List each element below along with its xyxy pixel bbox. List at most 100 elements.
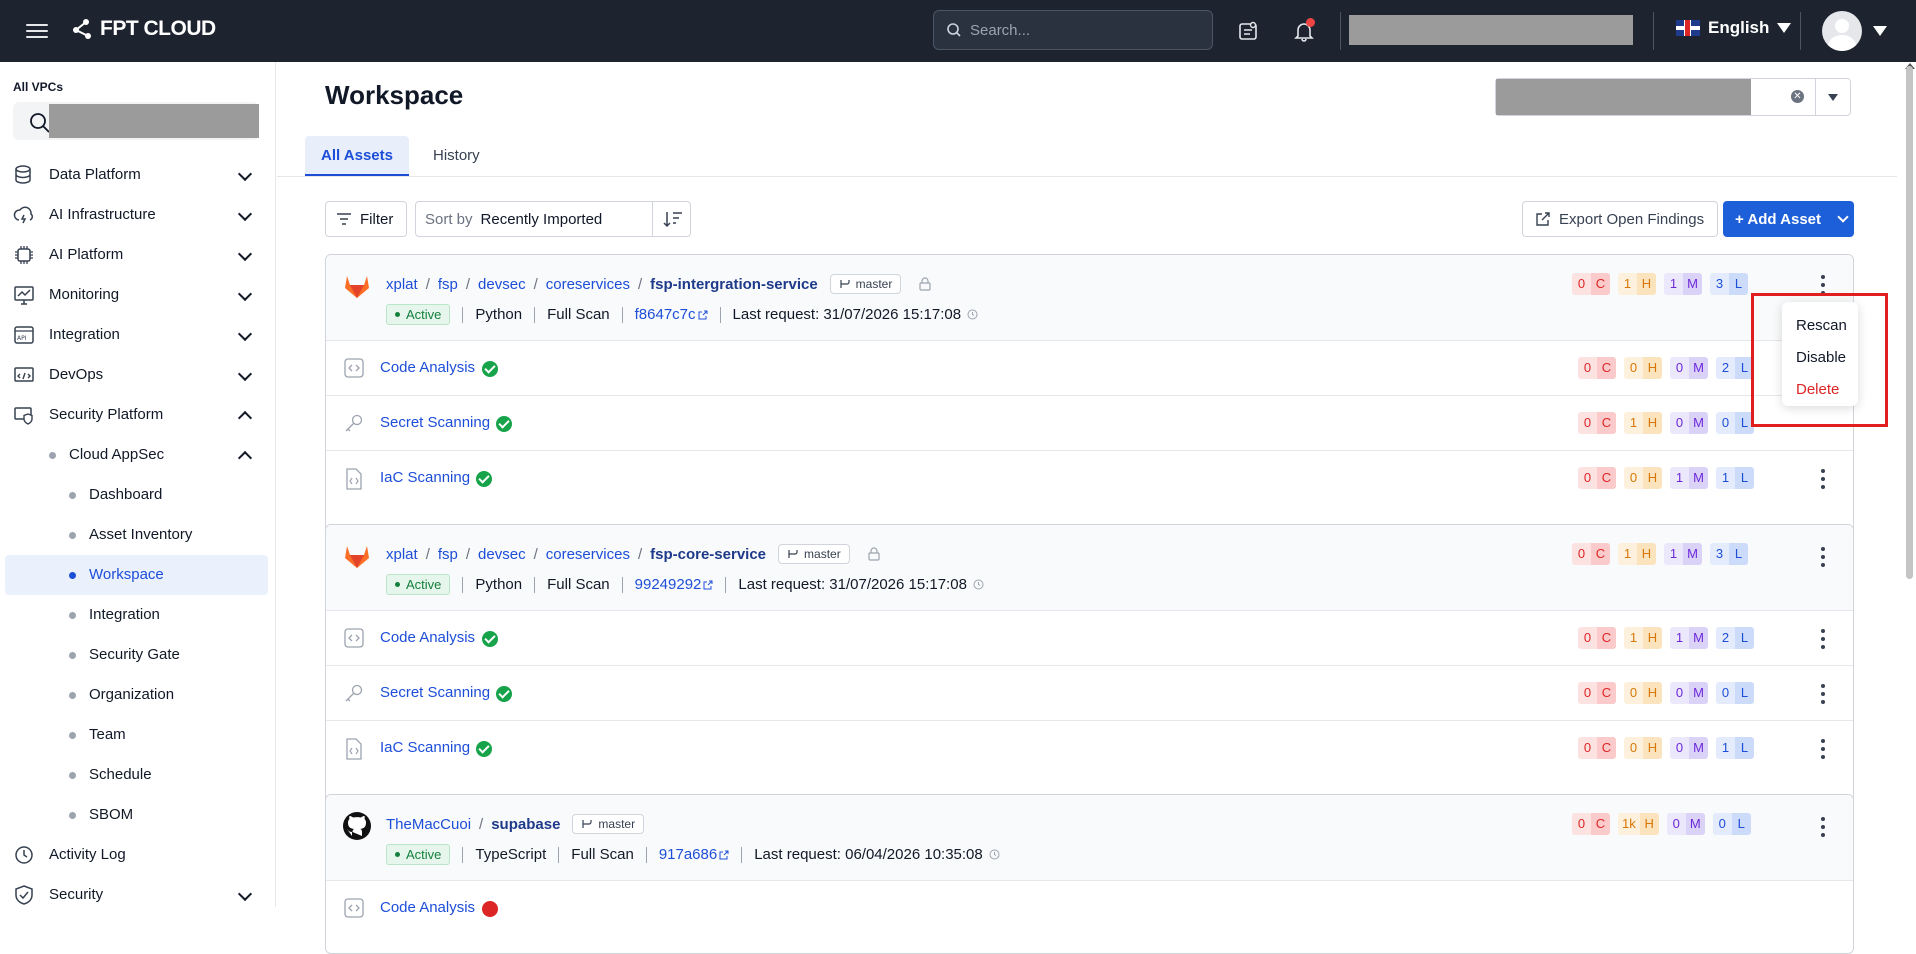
path-segment[interactable]: xplat xyxy=(386,276,418,293)
scan-label[interactable]: Code Analysis xyxy=(380,629,475,646)
scan-row[interactable]: Secret Scanning 0C 1H 0M 0L xyxy=(326,396,1853,451)
medium-count[interactable]: 0M xyxy=(1666,813,1705,835)
severity-counts: 0C 0H 1M 1L xyxy=(1578,467,1754,489)
path-segment[interactable]: coreservices xyxy=(546,276,630,293)
commit-link[interactable]: 917a686 xyxy=(659,846,717,863)
sort-direction-icon[interactable] xyxy=(662,210,684,228)
external-link-icon xyxy=(698,310,708,319)
scan-label[interactable]: Secret Scanning xyxy=(380,414,490,431)
high-count[interactable]: 1k H xyxy=(1618,813,1659,835)
sidebar-subitem-sbom[interactable]: SBOM xyxy=(0,795,275,835)
sidebar-subitem-workspace[interactable]: Workspace xyxy=(5,555,268,595)
more-actions-icon[interactable] xyxy=(1820,469,1826,489)
redacted-project-name xyxy=(1496,79,1751,115)
scan-row[interactable]: Code Analysis xyxy=(326,881,1853,936)
asset-name[interactable]: fsp-intergration-service xyxy=(650,276,818,293)
notification-bell-icon[interactable] xyxy=(1290,17,1318,45)
more-actions-icon[interactable] xyxy=(1820,739,1826,759)
asset-name[interactable]: fsp-core-service xyxy=(650,546,766,563)
external-link-icon xyxy=(703,580,713,589)
sidebar-item-ai-infrastructure[interactable]: AI Infrastructure xyxy=(0,195,275,235)
cloud-bolt-icon xyxy=(13,206,34,224)
scan-label[interactable]: Code Analysis xyxy=(380,359,475,376)
sidebar-subitem-security-gate[interactable]: Security Gate xyxy=(0,635,275,675)
scan-row[interactable]: IaC Scanning 0C 0H 1M 1L xyxy=(326,451,1853,506)
sidebar-subitem-asset-inventory[interactable]: Asset Inventory xyxy=(0,515,275,555)
sidebar-item-ai-platform[interactable]: AI Platform xyxy=(0,235,275,275)
sidebar-subitem-dashboard[interactable]: Dashboard xyxy=(0,475,275,515)
avatar-caret-down-icon[interactable] xyxy=(1873,26,1887,36)
sidebar-item-label: SBOM xyxy=(89,806,134,823)
scan-row[interactable]: Secret Scanning 0C 0H 0M 0L xyxy=(326,666,1853,721)
page-title: Workspace xyxy=(325,80,464,110)
export-open-findings-button[interactable]: Export Open Findings xyxy=(1522,201,1718,237)
sidebar-item-integration[interactable]: API Integration xyxy=(0,315,275,355)
path-segment[interactable]: TheMacCuoi xyxy=(386,816,471,833)
language-selector[interactable]: English xyxy=(1676,18,1792,38)
sidebar-item-security[interactable]: Security xyxy=(0,875,275,907)
tab-all-assets[interactable]: All Assets xyxy=(305,136,409,176)
sidebar-item-devops[interactable]: DevOps xyxy=(0,355,275,395)
critical-count[interactable]: 0C xyxy=(1572,543,1610,565)
high-count[interactable]: 1H xyxy=(1618,543,1656,565)
filter-button[interactable]: Filter xyxy=(325,201,407,237)
path-segment[interactable]: coreservices xyxy=(546,546,630,563)
scan-label[interactable]: Secret Scanning xyxy=(380,684,490,701)
lock-icon xyxy=(919,277,931,291)
scan-row[interactable]: IaC Scanning 0C 0H 0M 1L xyxy=(326,721,1853,776)
scan-label[interactable]: Code Analysis xyxy=(380,899,475,916)
more-actions-icon[interactable] xyxy=(1820,547,1826,567)
medium-count[interactable]: 1M xyxy=(1664,273,1702,295)
sidebar-item-activity-log[interactable]: Activity Log xyxy=(0,835,275,875)
medium-count[interactable]: 1M xyxy=(1664,543,1702,565)
vertical-scrollbar[interactable] xyxy=(1906,66,1913,579)
sort-select[interactable]: Sort by Recently Imported xyxy=(415,201,691,237)
path-segment[interactable]: fsp xyxy=(438,276,458,293)
more-actions-icon[interactable] xyxy=(1820,275,1826,295)
scan-row[interactable]: Code Analysis 0C 1H 1M 2L xyxy=(326,611,1853,666)
user-avatar[interactable] xyxy=(1822,11,1862,51)
asset-name[interactable]: supabase xyxy=(491,816,560,833)
sidebar-subitem-integration[interactable]: Integration xyxy=(0,595,275,635)
path-segment[interactable]: xplat xyxy=(386,546,418,563)
low-count[interactable]: 3L xyxy=(1710,543,1748,565)
tab-history[interactable]: History xyxy=(417,136,496,176)
scan-row[interactable]: Code Analysis 0C 0H 0M 2L xyxy=(326,341,1853,396)
global-search[interactable] xyxy=(933,10,1213,50)
path-segment[interactable]: devsec xyxy=(478,546,526,563)
sidebar-subitem-team[interactable]: Team xyxy=(0,715,275,755)
global-search-input[interactable] xyxy=(970,21,1190,39)
caret-down-icon[interactable] xyxy=(1828,94,1838,101)
status-badge: Active xyxy=(386,574,451,595)
critical-count[interactable]: 0C xyxy=(1572,273,1610,295)
commit-link[interactable]: f8647c7c xyxy=(635,306,696,323)
clear-selection-icon[interactable]: ✕ xyxy=(1791,90,1804,103)
sidebar-item-monitoring[interactable]: Monitoring xyxy=(0,275,275,315)
sidebar-subitem-schedule[interactable]: Schedule xyxy=(0,755,275,795)
sidebar-item-security-platform[interactable]: Security Platform xyxy=(0,395,275,435)
notes-icon[interactable] xyxy=(1234,17,1262,45)
sidebar-item-data-platform[interactable]: Data Platform xyxy=(0,155,275,195)
hamburger-menu-icon[interactable] xyxy=(24,18,50,44)
low-count[interactable]: 0L xyxy=(1712,813,1751,835)
more-actions-icon[interactable] xyxy=(1820,629,1826,649)
low-count[interactable]: 3L xyxy=(1710,273,1748,295)
more-actions-icon[interactable] xyxy=(1820,817,1826,837)
add-asset-button[interactable]: + Add Asset xyxy=(1723,201,1854,237)
bullet-dot xyxy=(69,492,76,499)
sidebar-subitem-organization[interactable]: Organization xyxy=(0,675,275,715)
scan-label[interactable]: IaC Scanning xyxy=(380,469,470,486)
commit-link[interactable]: 99249292 xyxy=(635,576,702,593)
notification-dot xyxy=(1306,18,1315,27)
sidebar-item-cloud-appsec[interactable]: Cloud AppSec xyxy=(0,435,275,475)
path-segment[interactable]: fsp xyxy=(438,546,458,563)
chevron-down-icon[interactable] xyxy=(1837,211,1849,223)
brand-logo[interactable]: FPT CLOUD xyxy=(70,16,216,42)
high-count[interactable]: 1H xyxy=(1618,273,1656,295)
more-actions-icon[interactable] xyxy=(1820,684,1826,704)
scan-label[interactable]: IaC Scanning xyxy=(380,739,470,756)
path-segment[interactable]: devsec xyxy=(478,276,526,293)
critical-count[interactable]: 0C xyxy=(1572,813,1610,835)
external-link-icon xyxy=(719,850,729,859)
success-check-icon xyxy=(482,631,498,647)
